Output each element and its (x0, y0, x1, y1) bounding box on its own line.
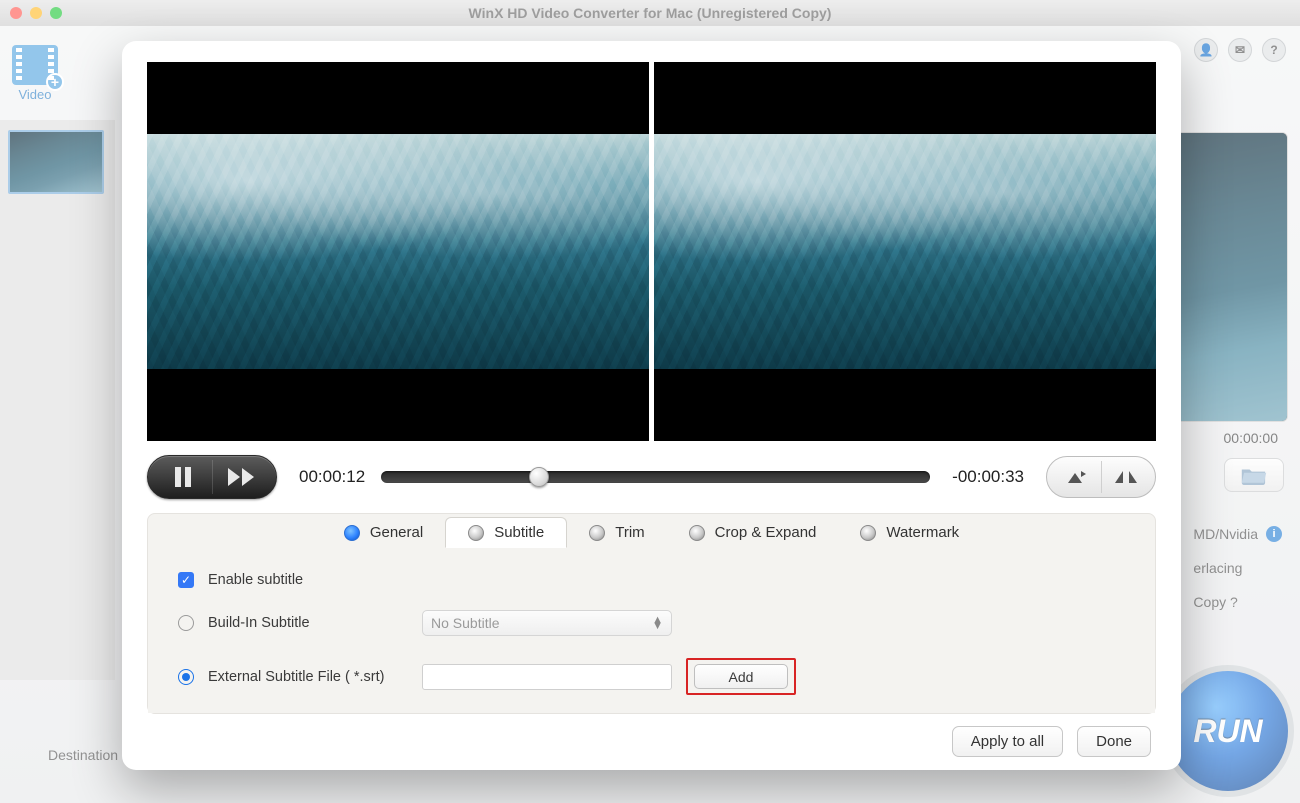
apply-to-all-button[interactable]: Apply to all (952, 726, 1063, 757)
editor-tabs: General Subtitle Trim Crop & Expand Wate… (322, 517, 981, 548)
rotate-button[interactable] (1053, 461, 1101, 493)
external-subtitle-radio[interactable] (178, 669, 194, 685)
done-button[interactable]: Done (1077, 726, 1151, 757)
seek-knob[interactable] (529, 467, 549, 487)
radio-dot-icon (468, 525, 484, 541)
preview-compare (147, 62, 1156, 441)
external-subtitle-path-input[interactable] (422, 664, 672, 690)
radio-dot-icon (689, 525, 705, 541)
rotate-flip-group (1046, 456, 1156, 498)
radio-dot-icon (860, 525, 876, 541)
radio-dot-icon (344, 525, 360, 541)
builtin-subtitle-select[interactable]: No Subtitle ▲▼ (422, 610, 672, 636)
subtitle-panel: ✓ Enable subtitle Build-In Subtitle No S… (148, 548, 1155, 713)
tab-crop-expand[interactable]: Crop & Expand (667, 517, 839, 548)
builtin-subtitle-radio[interactable] (178, 615, 194, 631)
pause-button[interactable] (154, 460, 212, 494)
fast-forward-button[interactable] (212, 460, 270, 494)
tab-watermark[interactable]: Watermark (838, 517, 981, 548)
seek-track (381, 471, 930, 483)
rotate-icon (1066, 467, 1088, 487)
external-subtitle-row: External Subtitle File ( *.srt) Add (178, 658, 1125, 695)
playback-controls: 00:00:12 -00:00:33 (147, 455, 1156, 499)
mirror-icon (1115, 467, 1137, 487)
modal-footer: Apply to all Done (122, 724, 1181, 757)
preview-output (654, 62, 1156, 441)
updown-arrows-icon: ▲▼ (652, 617, 663, 629)
editor-tabs-area: General Subtitle Trim Crop & Expand Wate… (147, 513, 1156, 714)
add-subtitle-button[interactable]: Add (694, 664, 788, 689)
fast-forward-icon (228, 468, 256, 486)
play-pause-group (147, 455, 277, 499)
remaining-time: -00:00:33 (952, 467, 1024, 487)
mirror-button[interactable] (1101, 461, 1149, 493)
tab-subtitle[interactable]: Subtitle (445, 517, 567, 548)
pause-icon (174, 467, 192, 487)
radio-dot-icon (589, 525, 605, 541)
enable-subtitle-row[interactable]: ✓ Enable subtitle (178, 572, 1125, 588)
enable-subtitle-label: Enable subtitle (208, 572, 303, 588)
checkbox-checked-icon[interactable]: ✓ (178, 572, 194, 588)
tab-general[interactable]: General (322, 517, 445, 548)
external-subtitle-label: External Subtitle File ( *.srt) (208, 669, 408, 685)
builtin-subtitle-label: Build-In Subtitle (208, 615, 408, 631)
highlight-annotation: Add (686, 658, 796, 695)
preview-original (147, 62, 649, 441)
video-editor-modal: 00:00:12 -00:00:33 General Subtitle Trim… (122, 41, 1181, 770)
tab-trim[interactable]: Trim (567, 517, 666, 548)
current-time: 00:00:12 (299, 467, 365, 487)
seek-bar[interactable] (381, 471, 930, 483)
builtin-subtitle-row: Build-In Subtitle No Subtitle ▲▼ (178, 610, 1125, 636)
